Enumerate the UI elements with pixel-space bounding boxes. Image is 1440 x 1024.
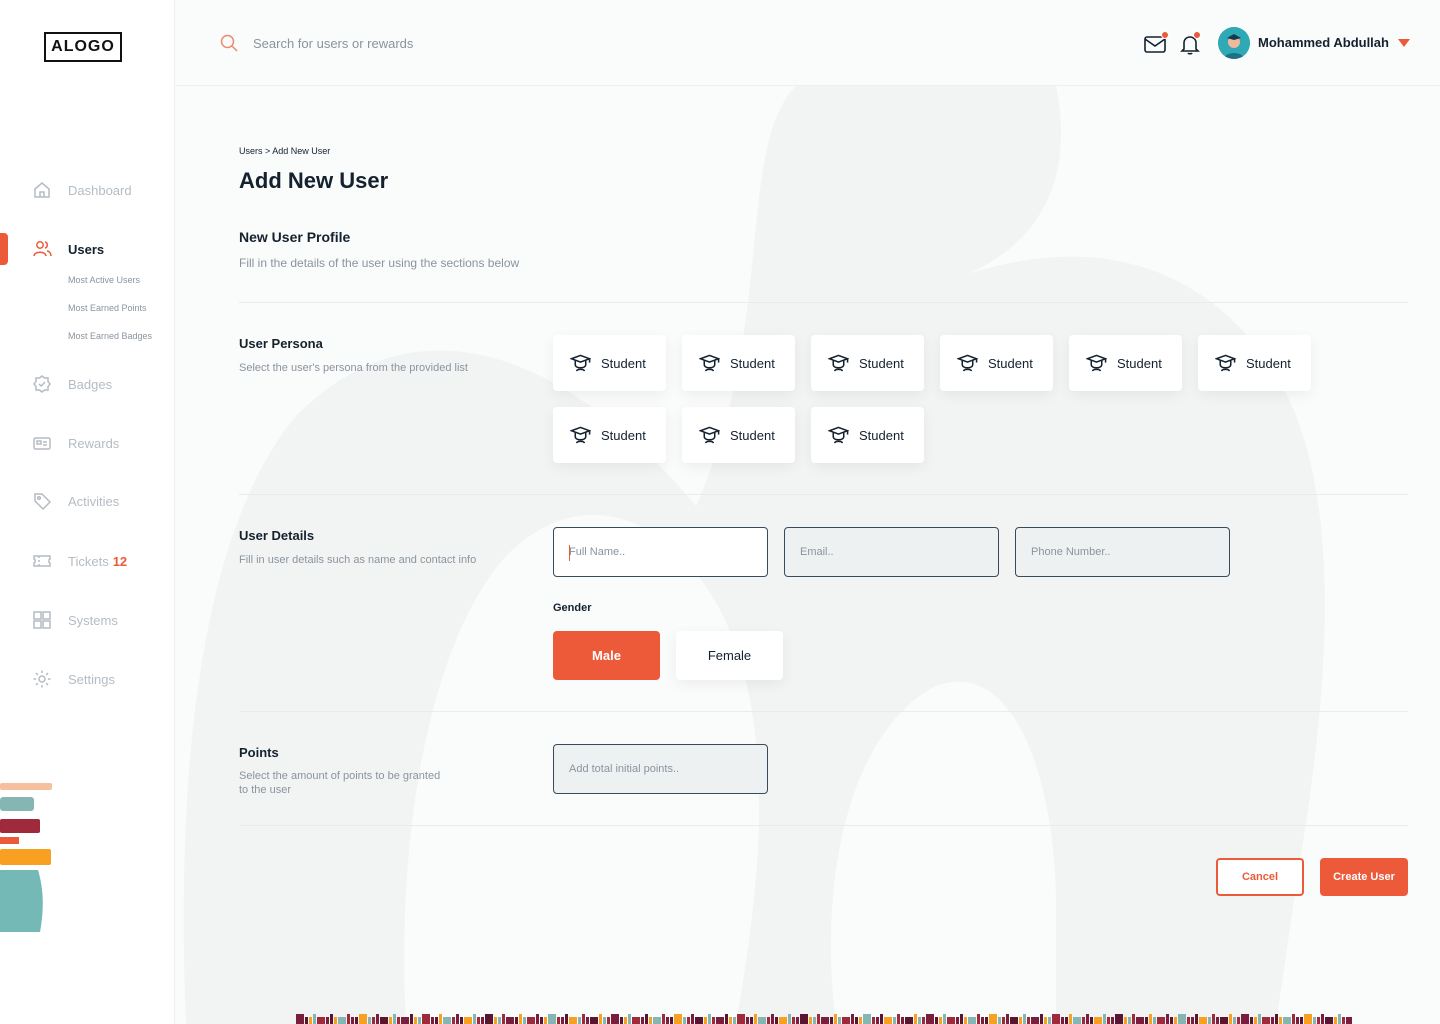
graduation-cap-icon bbox=[828, 426, 849, 443]
sidebar-item-label: Activities bbox=[68, 493, 120, 509]
profile-section-desc: Fill in the details of the user using th… bbox=[239, 256, 520, 270]
notifications-button[interactable] bbox=[1178, 31, 1202, 56]
sidebar-item-users[interactable]: Users bbox=[32, 239, 104, 259]
persona-option-label: Student bbox=[859, 355, 904, 371]
grid-icon bbox=[32, 610, 52, 630]
sidebar-item-dashboard[interactable]: Dashboard bbox=[32, 180, 132, 200]
persona-option[interactable]: Student bbox=[1069, 335, 1182, 391]
persona-option-label: Student bbox=[859, 427, 904, 443]
mail-notification-dot bbox=[1161, 31, 1169, 39]
ticket-icon bbox=[32, 551, 52, 571]
page-title: Add New User bbox=[239, 168, 389, 193]
breadcrumb[interactable]: Users > Add New User bbox=[239, 146, 330, 156]
gender-female-button[interactable]: Female bbox=[676, 631, 783, 680]
sidebar-subitem-most-earned-badges[interactable]: Most Earned Badges bbox=[68, 331, 152, 341]
phone-field[interactable] bbox=[1015, 527, 1230, 577]
graduation-cap-icon bbox=[828, 354, 849, 371]
full-name-field[interactable] bbox=[553, 527, 768, 577]
persona-option-label: Student bbox=[1246, 355, 1291, 371]
sidebar-item-label: Badges bbox=[68, 376, 113, 392]
cancel-button[interactable]: Cancel bbox=[1216, 858, 1304, 896]
logo[interactable]: ALOGO bbox=[44, 32, 122, 62]
persona-option[interactable]: Student bbox=[682, 335, 795, 391]
gender-label: Gender bbox=[553, 602, 592, 614]
persona-option-label: Student bbox=[730, 355, 775, 371]
points-section-desc-line1: Select the amount of points to be grante… bbox=[239, 770, 441, 782]
gender-male-button[interactable]: Male bbox=[553, 631, 660, 680]
mail-button[interactable] bbox=[1143, 31, 1169, 56]
sidebar-item-label: Tickets bbox=[68, 553, 109, 569]
sidebar-item-label: Systems bbox=[68, 612, 118, 628]
persona-option-label: Student bbox=[730, 427, 775, 443]
profile-section-title: New User Profile bbox=[239, 229, 351, 245]
divider bbox=[239, 494, 1408, 495]
divider bbox=[239, 825, 1408, 826]
main-content: Users > Add New User Add New User New Us… bbox=[176, 86, 1440, 1024]
points-section-title: Points bbox=[239, 745, 279, 760]
persona-section-title: User Persona bbox=[239, 336, 323, 351]
persona-option[interactable]: Student bbox=[1198, 335, 1311, 391]
graduation-cap-icon bbox=[1215, 354, 1236, 371]
sidebar: ALOGO Dashboard Users Most Active Users … bbox=[0, 0, 175, 1024]
divider bbox=[239, 711, 1408, 712]
details-section-title: User Details bbox=[239, 528, 315, 543]
graduation-cap-icon bbox=[570, 426, 591, 443]
persona-option-label: Student bbox=[601, 355, 646, 371]
email-field[interactable] bbox=[784, 527, 999, 577]
gear-icon bbox=[32, 669, 52, 689]
user-name[interactable]: Mohammed Abdullah bbox=[1258, 35, 1389, 50]
tickets-count-badge: 12 bbox=[112, 553, 128, 569]
persona-option[interactable]: Student bbox=[811, 407, 924, 463]
search-input[interactable] bbox=[253, 32, 553, 54]
divider bbox=[239, 302, 1408, 303]
graduation-cap-icon bbox=[957, 354, 978, 371]
persona-option-label: Student bbox=[988, 355, 1033, 371]
persona-option[interactable]: Student bbox=[553, 335, 666, 391]
text-cursor bbox=[569, 545, 570, 561]
graduation-cap-icon bbox=[699, 426, 720, 443]
details-section-desc: Fill in user details such as name and co… bbox=[239, 554, 477, 566]
sidebar-item-activities[interactable]: Activities bbox=[32, 491, 119, 511]
tag-icon bbox=[32, 491, 52, 511]
decorative-pattern-strip bbox=[296, 1014, 1352, 1024]
avatar[interactable] bbox=[1218, 27, 1250, 59]
decorative-stripes bbox=[0, 783, 52, 932]
graduation-cap-icon bbox=[1086, 354, 1107, 371]
sidebar-item-label: Settings bbox=[68, 671, 115, 687]
persona-section-desc: Select the user's persona from the provi… bbox=[239, 362, 468, 374]
create-user-button[interactable]: Create User bbox=[1320, 858, 1408, 896]
graduation-cap-icon bbox=[699, 354, 720, 371]
sidebar-item-tickets[interactable]: Tickets 12 bbox=[32, 551, 127, 571]
persona-option-label: Student bbox=[601, 427, 646, 443]
sidebar-item-label: Dashboard bbox=[68, 182, 132, 198]
home-icon bbox=[32, 180, 52, 200]
persona-option[interactable]: Student bbox=[553, 407, 666, 463]
persona-option-label: Student bbox=[1117, 355, 1162, 371]
sidebar-item-label: Rewards bbox=[68, 435, 120, 451]
points-field[interactable] bbox=[553, 744, 768, 794]
sidebar-item-systems[interactable]: Systems bbox=[32, 610, 118, 630]
sidebar-subitem-most-earned-points[interactable]: Most Earned Points bbox=[68, 303, 147, 313]
sidebar-item-rewards[interactable]: Rewards bbox=[32, 433, 119, 453]
points-section-desc-line2: to the user bbox=[239, 784, 291, 796]
chevron-down-icon[interactable] bbox=[1398, 39, 1410, 47]
sidebar-item-badges[interactable]: Badges bbox=[32, 374, 112, 394]
users-icon bbox=[32, 239, 52, 259]
sidebar-subitem-most-active-users[interactable]: Most Active Users bbox=[68, 275, 140, 285]
active-indicator bbox=[0, 233, 8, 265]
search-icon bbox=[220, 34, 238, 52]
graduation-cap-icon bbox=[570, 354, 591, 371]
persona-option[interactable]: Student bbox=[811, 335, 924, 391]
sidebar-item-label: Users bbox=[68, 241, 105, 257]
persona-option[interactable]: Student bbox=[940, 335, 1053, 391]
notification-dot bbox=[1193, 31, 1201, 39]
sidebar-item-settings[interactable]: Settings bbox=[32, 669, 115, 689]
topbar: Mohammed Abdullah bbox=[176, 0, 1440, 86]
persona-option[interactable]: Student bbox=[682, 407, 795, 463]
badge-check-icon bbox=[32, 374, 52, 394]
reward-card-icon bbox=[32, 433, 52, 453]
